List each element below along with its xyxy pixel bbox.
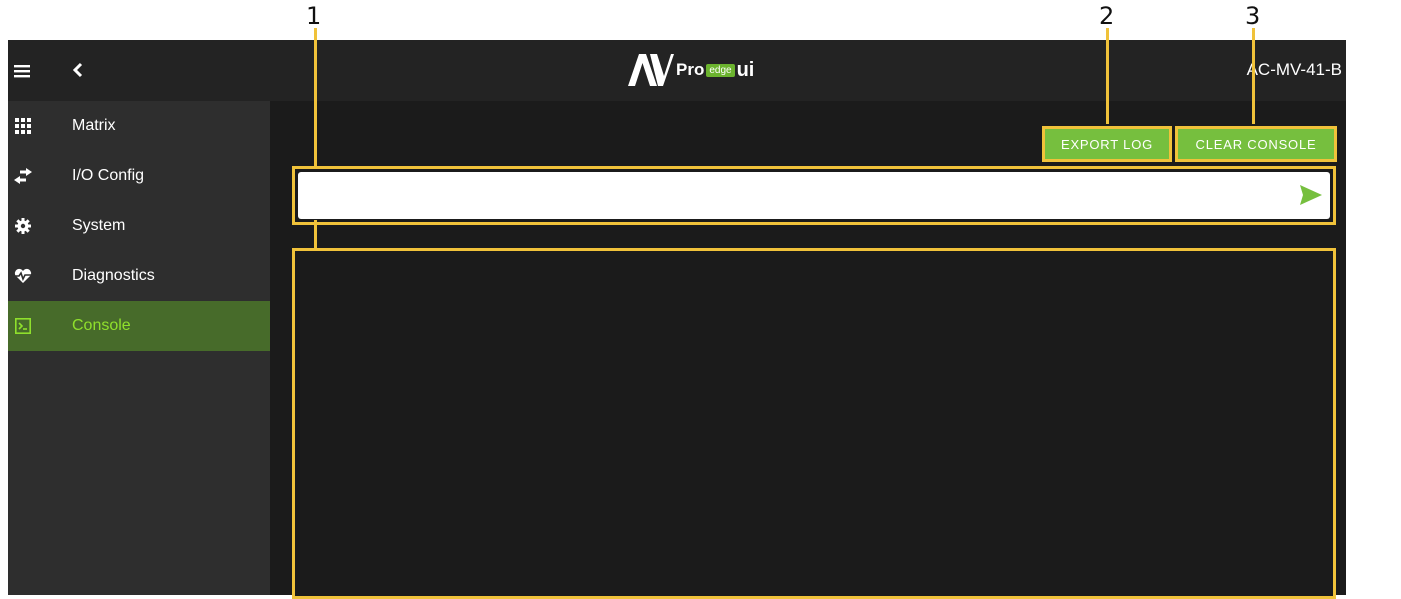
callout-line-1 bbox=[314, 28, 317, 166]
chevron-left-icon[interactable] bbox=[68, 57, 88, 83]
swap-arrows-icon bbox=[14, 167, 32, 185]
sidebar-item-console[interactable]: Console bbox=[8, 301, 270, 351]
callout-number-1: 1 bbox=[306, 2, 322, 30]
top-bar: Pro edge ui AC-MV-41-B bbox=[8, 40, 1346, 101]
sidebar-item-diagnostics[interactable]: Diagnostics bbox=[8, 251, 270, 301]
callout-number-3: 3 bbox=[1245, 2, 1261, 30]
gear-icon bbox=[14, 217, 32, 235]
clear-console-button[interactable]: CLEAR CONSOLE bbox=[1175, 126, 1337, 162]
avpro-edge-logo: Pro edge ui bbox=[626, 52, 754, 88]
device-name: AC-MV-41-B bbox=[1246, 60, 1342, 79]
console-panel: EXPORT LOG CLEAR CONSOLE bbox=[270, 101, 1346, 599]
logo-edge-text: edge bbox=[706, 63, 735, 77]
sidebar-item-label: Diagnostics bbox=[72, 267, 155, 284]
logo-ui-text: ui bbox=[736, 58, 755, 81]
sidebar: Matrix I/O Config System Diagnostics Con… bbox=[8, 101, 270, 595]
sidebar-item-label: System bbox=[72, 217, 126, 234]
terminal-icon bbox=[14, 317, 32, 335]
sidebar-item-label: Matrix bbox=[72, 117, 116, 134]
command-input[interactable] bbox=[298, 172, 1330, 219]
app-window: Pro edge ui AC-MV-41-B Matrix I/O Config… bbox=[8, 40, 1346, 599]
command-input-wrapper bbox=[292, 166, 1336, 225]
sidebar-item-matrix[interactable]: Matrix bbox=[8, 101, 270, 151]
callout-line-2 bbox=[1106, 28, 1109, 124]
sidebar-item-label: Console bbox=[72, 317, 131, 334]
console-output[interactable] bbox=[292, 248, 1336, 599]
heartbeat-icon bbox=[14, 267, 32, 285]
export-log-button[interactable]: EXPORT LOG bbox=[1042, 126, 1172, 162]
sidebar-item-io-config[interactable]: I/O Config bbox=[8, 151, 270, 201]
hamburger-menu-icon[interactable] bbox=[12, 61, 32, 81]
callout-number-2: 2 bbox=[1099, 2, 1115, 30]
callout-line-1b bbox=[314, 220, 317, 250]
logo-pro-text: Pro bbox=[676, 60, 705, 79]
send-icon[interactable] bbox=[1299, 184, 1323, 206]
av-logo-mark-icon bbox=[628, 54, 674, 86]
callout-line-3 bbox=[1252, 28, 1255, 124]
grid-icon bbox=[14, 117, 32, 135]
sidebar-item-label: I/O Config bbox=[72, 167, 145, 184]
sidebar-item-system[interactable]: System bbox=[8, 201, 270, 251]
